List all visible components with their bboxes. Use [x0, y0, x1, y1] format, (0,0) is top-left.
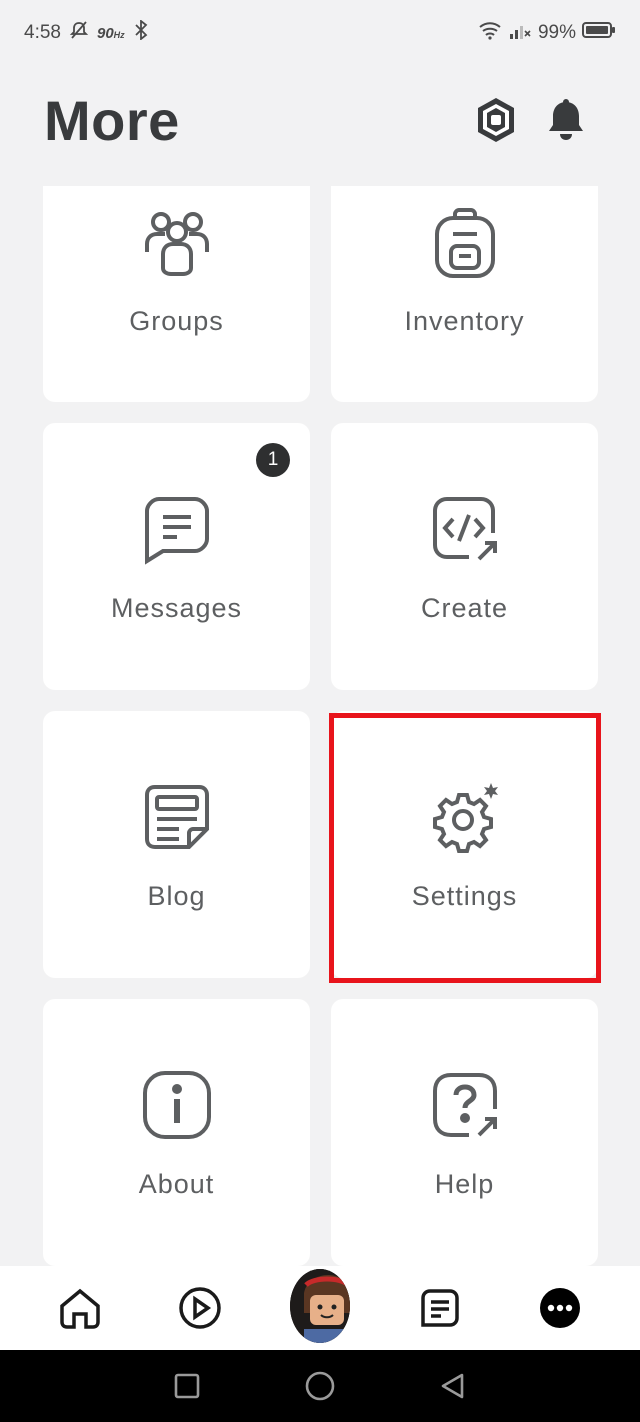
robux-icon [478, 98, 514, 142]
battery-icon [582, 21, 616, 45]
nav-more[interactable] [530, 1278, 590, 1338]
bluetooth-icon [133, 19, 149, 46]
page-title: More [44, 88, 180, 152]
bottom-nav [0, 1266, 640, 1350]
tile-label-about: About [138, 1169, 215, 1199]
status-time: 4:58 [24, 22, 61, 43]
notification-bell-icon [549, 99, 583, 140]
wifi-icon [478, 20, 502, 46]
notifications-button[interactable] [544, 96, 588, 144]
home-icon [60, 1288, 100, 1329]
settings-gear-icon [429, 781, 501, 853]
nav-discover[interactable] [170, 1278, 230, 1338]
robux-button[interactable] [474, 96, 518, 144]
nav-feed[interactable] [410, 1278, 470, 1338]
message-icon [141, 493, 213, 565]
tile-label-blog: Blog [147, 881, 206, 911]
status-bar: 4:58 90Hz 99% [0, 0, 640, 66]
refresh-rate: 90Hz [97, 25, 125, 42]
signal-icon [508, 20, 532, 46]
nav-avatar[interactable] [290, 1269, 350, 1343]
recents-button[interactable] [167, 1366, 207, 1406]
tile-label-settings: Settings [411, 881, 518, 911]
discover-play-icon [179, 1287, 221, 1329]
system-home-button[interactable] [300, 1366, 340, 1406]
more-icon [540, 1288, 580, 1328]
tile-label-create: Create [420, 593, 509, 623]
avatar [290, 1269, 350, 1343]
recents-icon [174, 1373, 199, 1399]
tile-help[interactable]: Help [331, 999, 598, 1266]
status-right: 99% [478, 20, 616, 46]
tile-groups[interactable]: Groups [43, 186, 310, 402]
system-nav-bar [0, 1350, 640, 1422]
tile-settings[interactable]: Settings [331, 711, 598, 978]
tile-label-messages: Messages [110, 593, 243, 623]
home-circle-icon [305, 1371, 335, 1401]
help-icon [429, 1069, 501, 1141]
backpack-icon [429, 208, 501, 280]
nav-home[interactable] [50, 1278, 110, 1338]
refresh-rate-value: 90 [96, 24, 114, 42]
feed-icon [421, 1289, 459, 1327]
mute-icon [69, 20, 89, 46]
tile-label-help: Help [434, 1169, 495, 1199]
header-icons [474, 96, 588, 144]
tile-blog[interactable]: Blog [43, 711, 310, 978]
tile-about[interactable]: About [43, 999, 310, 1266]
tile-label-groups: Groups [129, 306, 224, 336]
battery-percent: 99% [537, 22, 576, 43]
tile-label-inventory: Inventory [404, 306, 525, 336]
back-icon [442, 1373, 464, 1399]
blog-icon [141, 781, 213, 853]
tile-messages[interactable]: 1 Messages [43, 423, 310, 690]
back-button[interactable] [433, 1366, 473, 1406]
info-icon [141, 1069, 213, 1141]
more-grid: Groups Inventory 1 Messages Create Blog … [43, 186, 598, 1266]
header: More [0, 70, 640, 170]
refresh-rate-unit: Hz [113, 29, 125, 40]
status-left: 4:58 90Hz [24, 19, 149, 46]
tile-inventory[interactable]: Inventory [331, 186, 598, 402]
tile-create[interactable]: Create [331, 423, 598, 690]
code-create-icon [429, 493, 501, 565]
groups-icon [141, 208, 213, 280]
messages-badge: 1 [256, 443, 290, 477]
